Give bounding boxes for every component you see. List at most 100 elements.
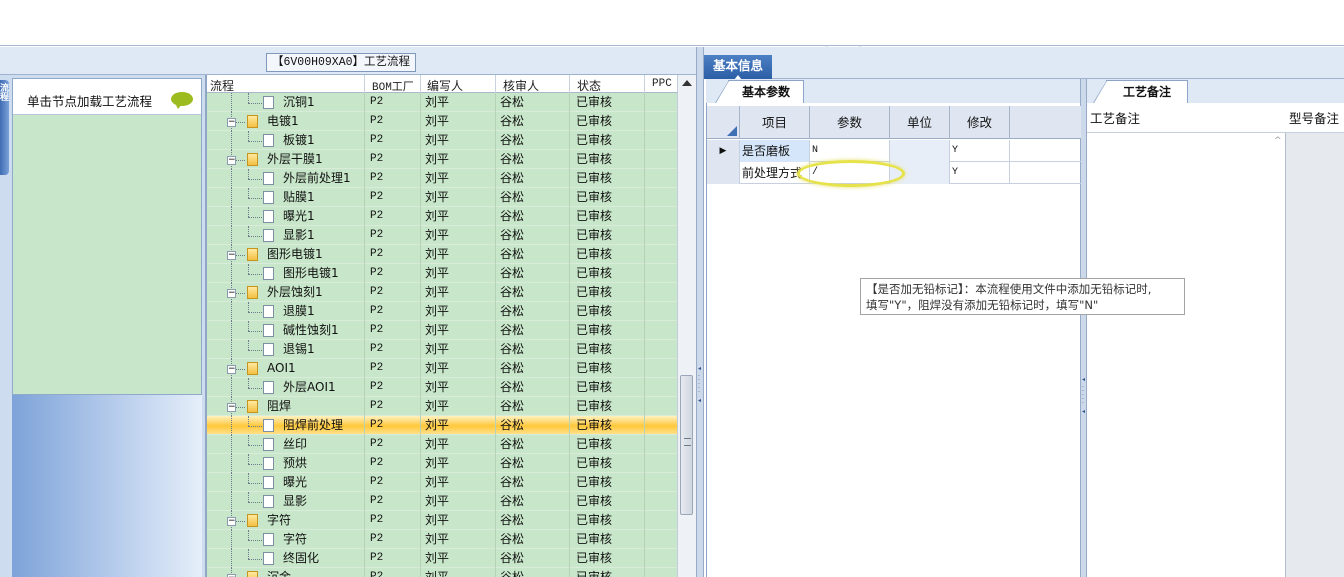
tree-row[interactable]: 外层前处理1 P2 刘平 谷松 已审核 bbox=[207, 169, 680, 188]
field-tooltip: 【是否加无铅标记】：本流程使用文件中添加无铅标记时, 填写"Y"，阻焊没有添加无… bbox=[860, 278, 1185, 315]
process-name: 图形电镀1 bbox=[283, 266, 339, 280]
collapse-toggle-icon[interactable]: − bbox=[227, 517, 236, 526]
column-header-item[interactable]: 项目 bbox=[740, 106, 810, 139]
tree-row[interactable]: − 图形电镀1 P2 刘平 谷松 已审核 bbox=[207, 245, 680, 264]
document-icon bbox=[263, 305, 274, 318]
column-header-edit[interactable]: 修改 bbox=[950, 106, 1010, 139]
column-header-status[interactable]: 状态 bbox=[577, 77, 601, 94]
column-header-process-note[interactable]: 工艺备注 bbox=[1090, 107, 1140, 131]
column-header-param[interactable]: 参数 bbox=[810, 106, 890, 139]
tab-basic-info[interactable]: 基本信息 bbox=[704, 55, 772, 80]
status-cell: 已审核 bbox=[576, 190, 613, 204]
document-icon bbox=[263, 267, 274, 280]
tree-row[interactable]: − 字符 P2 刘平 谷松 已审核 bbox=[207, 511, 680, 530]
reviewer-cell: 谷松 bbox=[500, 437, 525, 451]
tab-basic-params[interactable]: 基本参数 bbox=[715, 80, 804, 103]
status-cell: 已审核 bbox=[576, 570, 613, 577]
tree-vertical-scrollbar[interactable] bbox=[677, 75, 696, 577]
tab-process-notes[interactable]: 工艺备注 bbox=[1093, 80, 1188, 103]
tree-row[interactable]: − 外层蚀刻1 P2 刘平 谷松 已审核 bbox=[207, 283, 680, 302]
tree-row[interactable]: 退膜1 P2 刘平 谷松 已审核 bbox=[207, 302, 680, 321]
collapse-toggle-icon[interactable]: − bbox=[227, 251, 236, 260]
vertical-tab-flow[interactable]: 流程 bbox=[0, 80, 9, 175]
bom-cell: P2 bbox=[370, 153, 384, 165]
collapse-toggle-icon[interactable]: − bbox=[227, 156, 236, 165]
scroll-up-arrow-icon[interactable] bbox=[682, 80, 692, 86]
speech-bubble-icon bbox=[171, 92, 193, 109]
top-toolbar-area bbox=[0, 0, 1344, 46]
tree-row[interactable]: 退锡1 P2 刘平 谷松 已审核 bbox=[207, 340, 680, 359]
tree-row[interactable]: − 外层干膜1 P2 刘平 谷松 已审核 bbox=[207, 150, 680, 169]
author-cell: 刘平 bbox=[425, 190, 450, 204]
tree-row[interactable]: 字符 P2 刘平 谷松 已审核 bbox=[207, 530, 680, 549]
param-value-cell[interactable]: N bbox=[810, 140, 890, 162]
bom-cell: P2 bbox=[370, 419, 384, 431]
author-cell: 刘平 bbox=[425, 209, 450, 223]
process-name: 退锡1 bbox=[283, 342, 315, 356]
param-item-cell[interactable]: 是否磨板 bbox=[740, 140, 810, 162]
right-splitter[interactable]: ◂ · · · · · ◂ bbox=[1080, 78, 1087, 577]
tree-row[interactable]: 碱性蚀刻1 P2 刘平 谷松 已审核 bbox=[207, 321, 680, 340]
left-panel-gradient bbox=[12, 395, 202, 577]
reviewer-cell: 谷松 bbox=[500, 532, 525, 546]
document-icon bbox=[263, 552, 274, 565]
param-edit-cell[interactable]: Y bbox=[950, 162, 1010, 184]
column-header-bom[interactable]: BOM工厂 bbox=[372, 78, 414, 94]
tree-row[interactable]: − 阻焊 P2 刘平 谷松 已审核 bbox=[207, 397, 680, 416]
document-icon bbox=[263, 457, 274, 470]
collapse-toggle-icon[interactable]: − bbox=[227, 403, 236, 412]
document-icon bbox=[263, 324, 274, 337]
author-cell: 刘平 bbox=[425, 171, 450, 185]
reviewer-cell: 谷松 bbox=[500, 95, 525, 109]
scroll-thumb[interactable] bbox=[680, 375, 693, 515]
column-header-model-note[interactable]: 型号备注 bbox=[1289, 107, 1339, 131]
tree-row[interactable]: 丝印 P2 刘平 谷松 已审核 bbox=[207, 435, 680, 454]
param-edit-cell[interactable]: Y bbox=[950, 140, 1010, 162]
process-name: 显影1 bbox=[283, 228, 315, 242]
tree-row[interactable]: − 电镀1 P2 刘平 谷松 已审核 bbox=[207, 112, 680, 131]
tree-row[interactable]: 曝光1 P2 刘平 谷松 已审核 bbox=[207, 207, 680, 226]
reviewer-cell: 谷松 bbox=[500, 228, 525, 242]
process-tree-grid: 流程 BOM工厂 编写人 核审人 状态 PPC 沉铜1 P2 刘平 谷松 已审核 − 电镀1… bbox=[206, 75, 696, 577]
reviewer-cell: 谷松 bbox=[500, 399, 525, 413]
tree-row[interactable]: 曝光 P2 刘平 谷松 已审核 bbox=[207, 473, 680, 492]
document-icon bbox=[263, 533, 274, 546]
column-header-author[interactable]: 编写人 bbox=[427, 77, 463, 94]
load-hint-header[interactable]: 单击节点加载工艺流程 bbox=[13, 79, 201, 115]
tree-row[interactable]: 阻焊前处理 P2 刘平 谷松 已审核 bbox=[207, 416, 680, 435]
tree-row[interactable]: 显影1 P2 刘平 谷松 已审核 bbox=[207, 226, 680, 245]
tree-row[interactable]: 沉铜1 P2 刘平 谷松 已审核 bbox=[207, 93, 680, 112]
column-header-unit[interactable]: 单位 bbox=[890, 106, 950, 139]
collapse-toggle-icon[interactable]: − bbox=[227, 365, 236, 374]
column-header-reviewer[interactable]: 核审人 bbox=[503, 77, 539, 94]
document-icon bbox=[263, 438, 274, 451]
tree-row[interactable]: 贴膜1 P2 刘平 谷松 已审核 bbox=[207, 188, 680, 207]
status-cell: 已审核 bbox=[576, 228, 613, 242]
collapse-toggle-icon[interactable]: − bbox=[227, 118, 236, 127]
author-cell: 刘平 bbox=[425, 437, 450, 451]
author-cell: 刘平 bbox=[425, 456, 450, 470]
tree-row[interactable]: 预烘 P2 刘平 谷松 已审核 bbox=[207, 454, 680, 473]
main-splitter[interactable]: ◂ · · · · · ◂ bbox=[696, 47, 704, 577]
column-header-ppc[interactable]: PPC bbox=[652, 78, 672, 90]
bom-cell: P2 bbox=[370, 514, 384, 526]
tree-row[interactable]: 终固化 P2 刘平 谷松 已审核 bbox=[207, 549, 680, 568]
tree-row[interactable]: − AOI1 P2 刘平 谷松 已审核 bbox=[207, 359, 680, 378]
reviewer-cell: 谷松 bbox=[500, 266, 525, 280]
author-cell: 刘平 bbox=[425, 399, 450, 413]
bom-cell: P2 bbox=[370, 305, 384, 317]
collapse-toggle-icon[interactable]: − bbox=[227, 289, 236, 298]
param-row[interactable]: ▶ 是否磨板 N Y bbox=[707, 140, 1081, 162]
status-cell: 已审核 bbox=[576, 304, 613, 318]
tree-row[interactable]: 板镀1 P2 刘平 谷松 已审核 bbox=[207, 131, 680, 150]
tree-row[interactable]: 图形电镀1 P2 刘平 谷松 已审核 bbox=[207, 264, 680, 283]
tree-row[interactable]: 外层AOI1 P2 刘平 谷松 已审核 bbox=[207, 378, 680, 397]
param-unit-cell[interactable] bbox=[890, 140, 950, 162]
tree-row[interactable]: −沉金P2刘平谷松已审核 bbox=[207, 568, 680, 577]
tree-row[interactable]: 显影 P2 刘平 谷松 已审核 bbox=[207, 492, 680, 511]
column-header-flow[interactable]: 流程 bbox=[210, 77, 234, 94]
tree-grid-header: 流程 BOM工厂 编写人 核审人 状态 PPC bbox=[207, 75, 680, 94]
bom-cell: P2 bbox=[370, 286, 384, 298]
author-cell: 刘平 bbox=[425, 285, 450, 299]
author-cell: 刘平 bbox=[425, 570, 450, 577]
